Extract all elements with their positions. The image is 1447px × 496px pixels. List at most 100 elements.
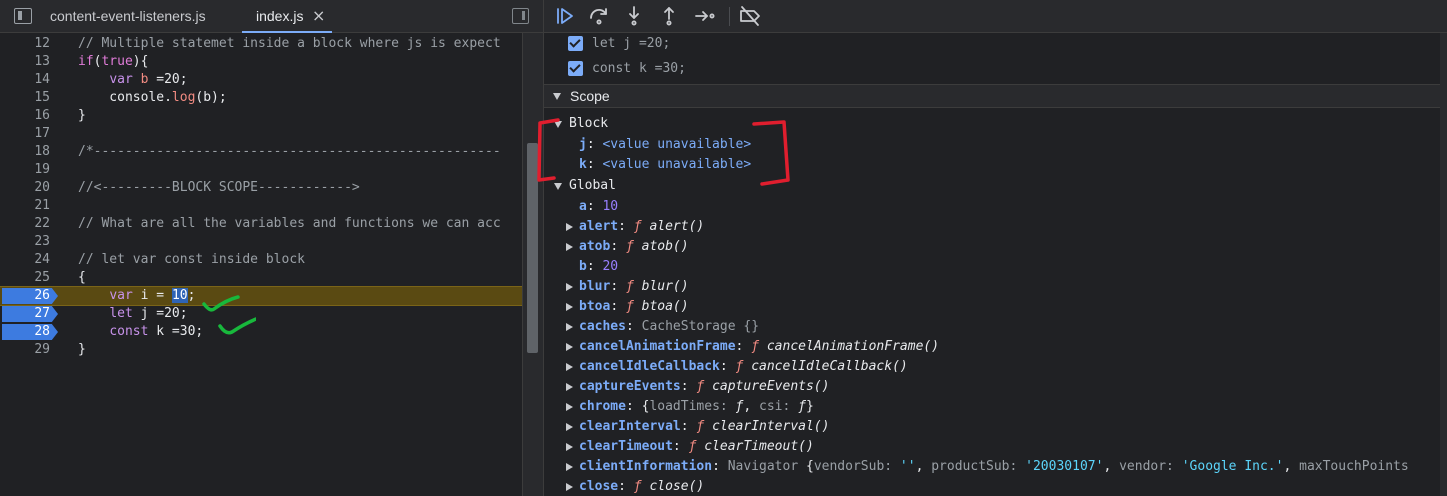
watch-checkbox[interactable] [568,61,583,76]
code-area[interactable]: 12 // Multiple statemet inside a block wh… [0,33,522,496]
line-number[interactable]: 16 [0,107,52,125]
line-number[interactable]: 14 [0,71,52,89]
expand-triangle-icon[interactable] [566,343,573,351]
scope-property[interactable]: clearTimeout: ƒ clearTimeout() [579,437,814,457]
step-button[interactable] [693,5,717,27]
scope-property[interactable]: blur: ƒ blur() [579,277,689,297]
property-value: ƒ [625,279,642,294]
watch-checkbox[interactable] [568,36,583,51]
property-value: clearTimeout() [704,439,814,454]
editor-scrollbar[interactable] [522,33,543,496]
tab-content-event-listeners[interactable]: content-event-listeners.js [50,0,206,33]
close-tab-icon[interactable]: × [312,0,325,33]
expand-triangle-icon[interactable] [566,403,573,411]
scope-property[interactable]: chrome: {loadTimes: ƒ, csi: ƒ} [579,397,814,417]
code-token: k =30; [148,324,204,339]
line-number[interactable]: 28 [0,323,52,341]
code-token: /*--------------------------------------… [78,144,501,159]
code-token: (b); [195,90,227,105]
step-out-button[interactable] [657,5,681,27]
expand-triangle-icon[interactable] [566,443,573,451]
line-number[interactable]: 17 [0,125,52,143]
expand-triangle-icon[interactable] [566,243,573,251]
code-line[interactable]: 14 var b =20; [0,71,522,89]
scope-property[interactable]: close: ƒ close() [579,477,704,496]
line-number[interactable]: 21 [0,197,52,215]
line-number[interactable]: 27 [0,305,52,323]
line-number[interactable]: 13 [0,53,52,71]
toggle-navigator-icon[interactable] [14,8,32,24]
property-value: { [806,459,814,474]
scope-property[interactable]: b: 20 [579,257,618,277]
code-line[interactable]: 20 //<---------BLOCK SCOPE------------> [0,179,522,197]
expand-triangle-icon[interactable] [566,463,573,471]
toggle-debugger-sidebar-icon[interactable] [512,8,529,24]
code-line[interactable]: 26 var i = 10; [0,286,522,306]
property-colon: : [625,319,642,334]
code-line[interactable]: 29} [0,341,522,359]
line-number[interactable]: 24 [0,251,52,269]
line-number[interactable]: 20 [0,179,52,197]
line-number[interactable]: 19 [0,161,52,179]
property-colon: : [586,199,603,214]
scope-property[interactable]: captureEvents: ƒ captureEvents() [579,377,829,397]
code-line[interactable]: 13 if(true){ [0,53,522,71]
line-number[interactable]: 18 [0,143,52,161]
line-number[interactable]: 12 [0,35,52,53]
collapse-triangle-icon[interactable] [553,93,561,100]
line-number[interactable]: 25 [0,269,52,287]
expand-triangle-icon[interactable] [566,303,573,311]
property-value: 20 [602,259,619,274]
line-number[interactable]: 23 [0,233,52,251]
scope-property[interactable]: caches: CacheStorage {} [579,317,759,337]
line-number[interactable]: 26 [0,287,52,305]
property-key: blur [579,279,611,294]
step-into-button[interactable] [622,5,646,27]
expand-triangle-icon[interactable] [566,323,573,331]
code-line[interactable]: 23 [0,233,522,251]
expand-triangle-icon[interactable] [566,423,573,431]
scope-property[interactable]: clearInterval: ƒ clearInterval() [579,417,829,437]
expand-triangle-icon[interactable] [566,383,573,391]
code-line[interactable]: 25 { [0,269,522,287]
scope-property[interactable]: cancelAnimationFrame: ƒ cancelAnimationF… [579,337,939,357]
resume-button[interactable] [553,5,577,27]
code-token: true [101,54,133,69]
scope-property[interactable]: a: 10 [579,197,618,217]
property-value: clearInterval() [712,419,830,434]
code-line[interactable]: 21 [0,197,522,215]
debugger-scrollbar[interactable] [1440,33,1447,496]
code-line[interactable]: 28 const k =30; [0,323,522,341]
code-text: //<---------BLOCK SCOPE------------> [78,179,360,197]
scope-property[interactable]: btoa: ƒ btoa() [579,297,689,317]
line-number[interactable]: 22 [0,215,52,233]
scope-property[interactable]: clientInformation: Navigator {vendorSub:… [579,457,1409,477]
expand-triangle-icon[interactable] [566,283,573,291]
code-line[interactable]: 12 // Multiple statemet inside a block wh… [0,35,522,53]
code-text: var b =20; [78,71,187,89]
scope-section-header[interactable]: Scope [544,84,1447,108]
code-line[interactable]: 16} [0,107,522,125]
code-token: // Multiple statemet inside a block wher… [78,36,501,51]
code-line[interactable]: 15 console.log(b); [0,89,522,107]
scope-property[interactable]: atob: ƒ atob() [579,237,689,257]
code-line[interactable]: 24 // let var const inside block [0,251,522,269]
resume-icon [557,8,573,24]
code-line[interactable]: 27 let j =20; [0,305,522,323]
deactivate-breakpoints-button[interactable] [738,5,762,27]
code-line[interactable]: 22 // What are all the variables and func… [0,215,522,233]
step-over-button[interactable] [587,5,611,27]
code-line[interactable]: 19 [0,161,522,179]
expand-triangle-icon[interactable] [566,483,573,491]
scope-property[interactable]: alert: ƒ alert() [579,217,704,237]
scope-property[interactable]: cancelIdleCallback: ƒ cancelIdleCallback… [579,357,908,377]
code-line[interactable]: 17 [0,125,522,143]
line-number[interactable]: 29 [0,341,52,359]
code-line[interactable]: 18 /*------------------------------------… [0,143,522,161]
expand-triangle-icon[interactable] [566,363,573,371]
property-value: '20030107' [1025,459,1104,474]
line-number[interactable]: 15 [0,89,52,107]
expand-triangle-icon[interactable] [566,223,573,231]
editor-tab-bar: content-event-listeners.js index.js × [0,0,543,33]
